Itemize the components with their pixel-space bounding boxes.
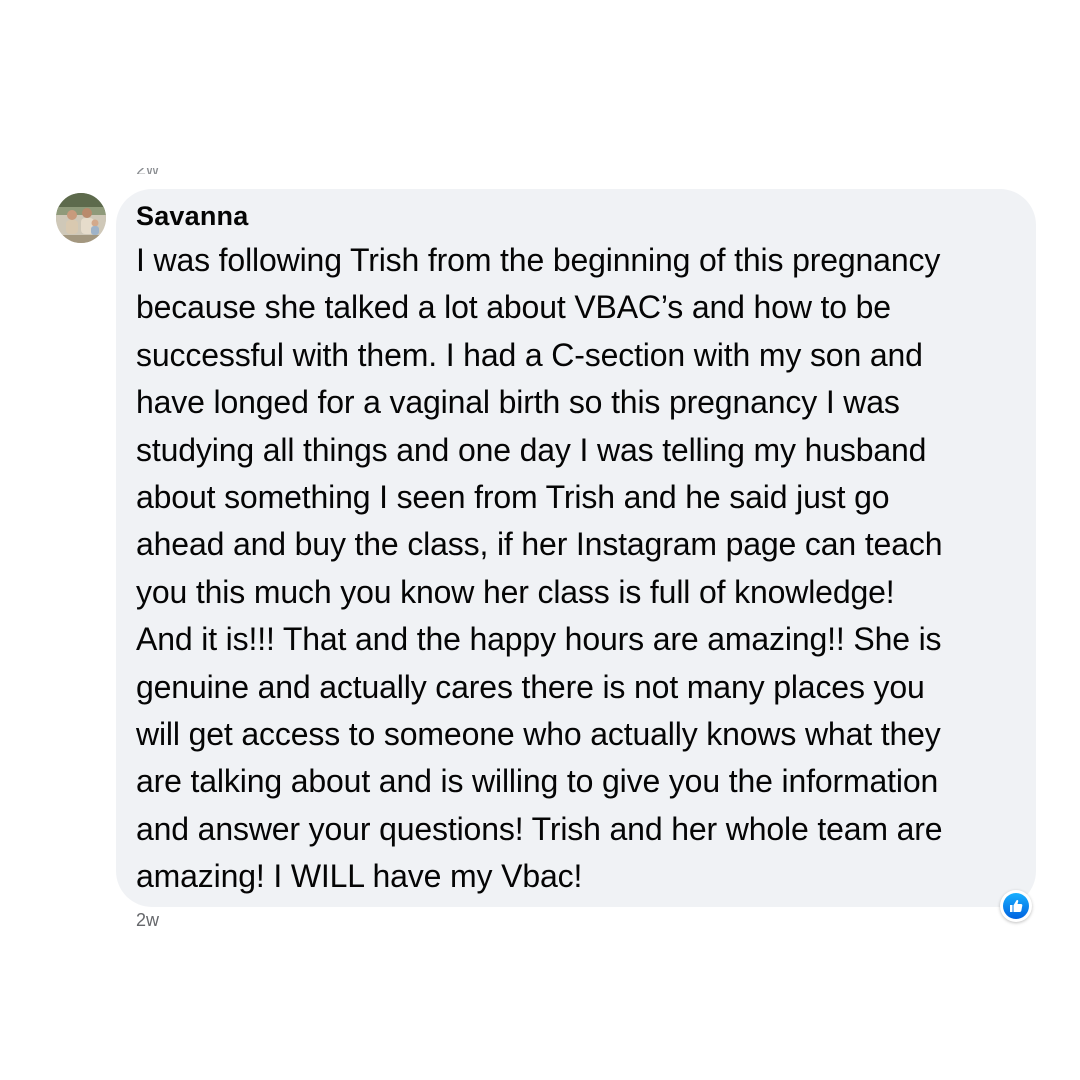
comment-text-line: I was following Trish from the beginning… [136,242,941,278]
avatar[interactable] [56,193,106,243]
user-avatar-photo-icon [56,193,106,243]
comment-text-line: have longed for a vaginal birth so this … [136,384,900,421]
comment-author-name[interactable]: Savanna [136,201,1016,231]
previous-timestamp-text: 2w [136,168,159,174]
like-reaction-icon [1003,893,1029,919]
comment-text-line: you this much you know her class is full… [136,573,895,610]
comment-text-line: because she talked a lot about VBAC’s an… [136,289,891,326]
comment-text-line: studying all things and one day I was te… [136,431,927,468]
reaction-count-badge[interactable] [1000,890,1032,922]
previous-comment-timestamp: 2w [136,168,162,174]
comment-timestamp[interactable]: 2w [136,908,159,932]
comment-text-line: successful with them. I had a C-section … [136,336,923,373]
comment-text: I was following Trish from the beginning… [136,237,1036,901]
comment-text-line: And it is!!! That and the happy hours ar… [136,621,942,658]
comment-text-line: genuine and actually cares there is not … [136,668,925,705]
comment-screenshot: 2w Savanna I was following Trish from th… [0,0,1080,1080]
comment-bubble: Savanna I was following Trish from the b… [116,189,1036,907]
comment-text-line: about something I seen from Trish and he… [136,479,890,516]
comment-text-line: amazing! I WILL have my Vbac! [136,858,583,895]
comment-text-line: are talking about and is willing to give… [136,763,939,800]
comment-text-line: will get access to someone who actually … [136,716,941,753]
comment-text-line: ahead and buy the class, if her Instagra… [136,526,943,563]
comment-text-line: and answer your questions! Trish and her… [136,810,943,847]
